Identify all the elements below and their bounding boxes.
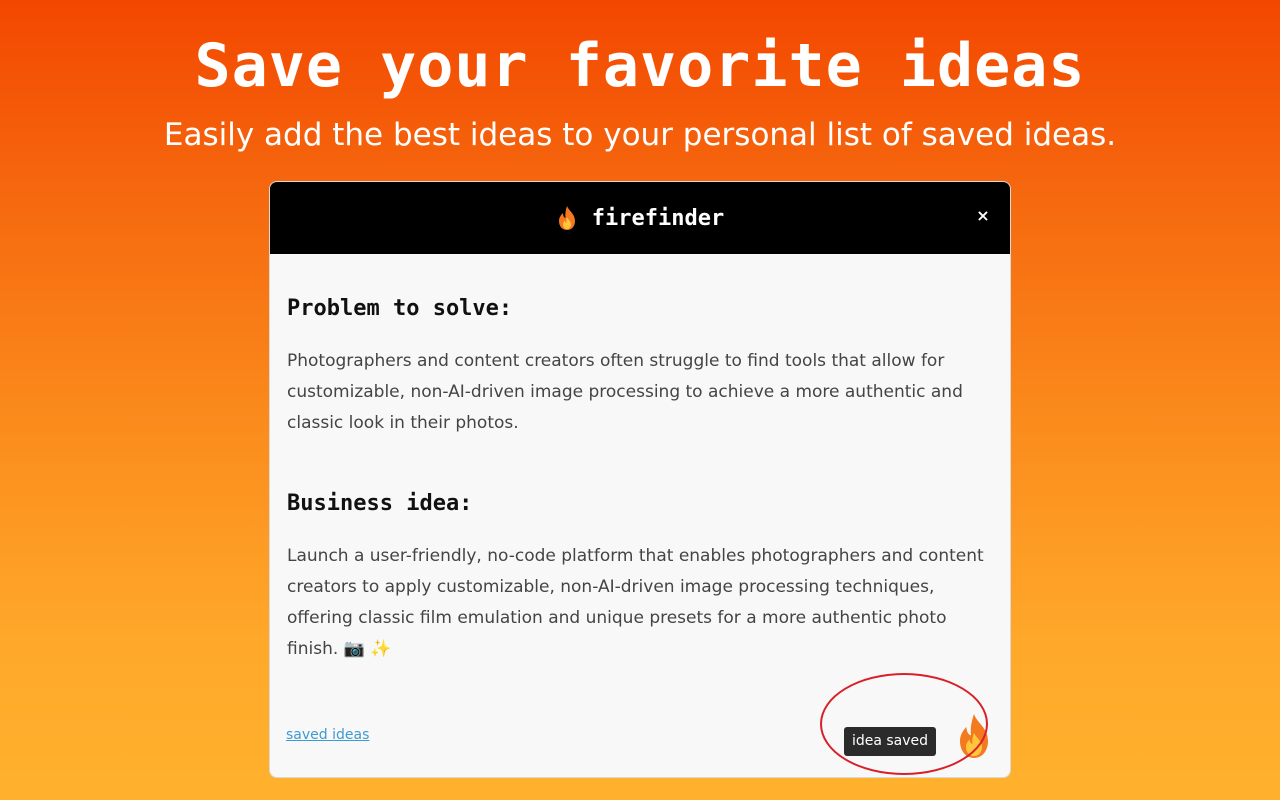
saved-ideas-link[interactable]: saved ideas (286, 727, 369, 743)
business-idea-heading: Business idea: (287, 491, 473, 516)
save-idea-button[interactable] (956, 713, 992, 759)
idea-saved-toast: idea saved (844, 727, 936, 756)
brand: firefinder (270, 182, 1010, 254)
brand-name: firefinder (591, 205, 725, 231)
fire-icon (960, 714, 988, 758)
hero-subtitle: Easily add the best ideas to your person… (163, 117, 1117, 153)
extension-popup: firefinder × Problem to solve: Photograp… (269, 181, 1011, 778)
problem-text: Photographers and content creators often… (287, 351, 963, 433)
fire-icon (558, 206, 575, 230)
close-button[interactable]: × (972, 204, 994, 228)
problem-heading: Problem to solve: (287, 296, 513, 321)
popup-header: firefinder × (270, 182, 1010, 254)
business-idea-text: Launch a user-friendly, no-code platform… (287, 546, 984, 659)
hero-title: Save your favorite ideas (194, 31, 1086, 101)
